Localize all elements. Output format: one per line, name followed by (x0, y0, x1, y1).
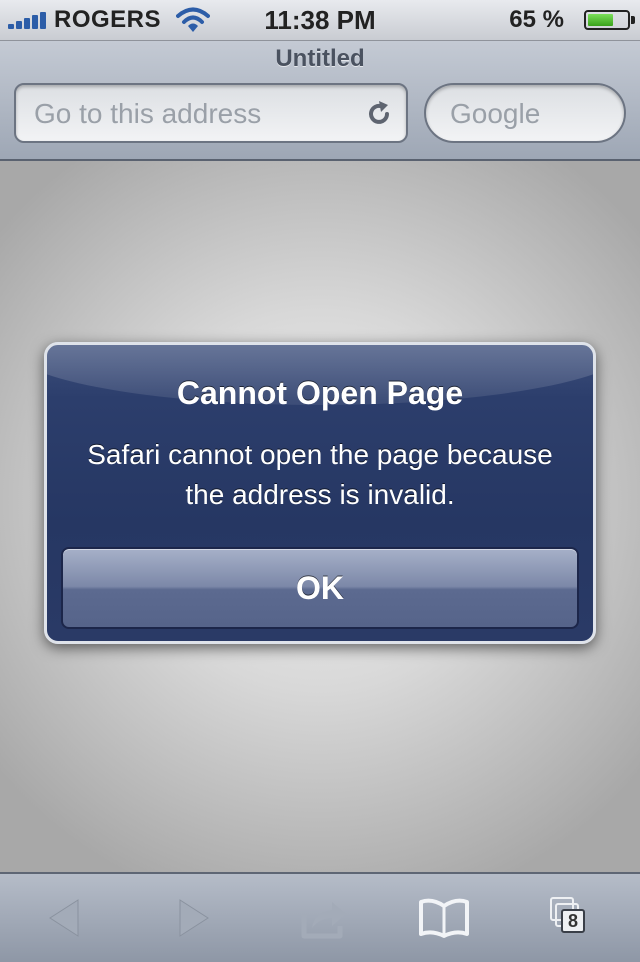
alert-message: Safari cannot open the page because the … (87, 439, 553, 510)
pages-icon[interactable]: 8 (548, 894, 594, 940)
battery-icon (584, 10, 635, 30)
bottom-toolbar: 8 (0, 872, 640, 962)
alert-dialog: Cannot Open Page Safari cannot open the … (44, 342, 596, 644)
address-placeholder: Go to this address (34, 98, 262, 129)
ok-button[interactable]: OK (61, 547, 579, 629)
back-icon[interactable] (44, 896, 84, 940)
browser-nav-bar: Untitled Go to this address Google (0, 41, 640, 161)
address-field[interactable]: Go to this address (14, 83, 408, 143)
reload-icon[interactable] (364, 99, 394, 129)
page-title: Untitled (275, 45, 365, 72)
status-bar: ROGERS 11:38 PM 65 % (0, 0, 640, 41)
share-icon[interactable] (300, 896, 350, 940)
bookmarks-icon[interactable] (418, 896, 470, 940)
battery-level (588, 14, 613, 26)
forward-icon[interactable] (174, 896, 214, 940)
tabs-count-badge: 8 (561, 909, 585, 933)
search-placeholder: Google (450, 98, 541, 129)
alert-title: Cannot Open Page (176, 375, 464, 411)
search-field[interactable]: Google (424, 83, 626, 143)
battery-percentage: 65 % (509, 6, 564, 33)
